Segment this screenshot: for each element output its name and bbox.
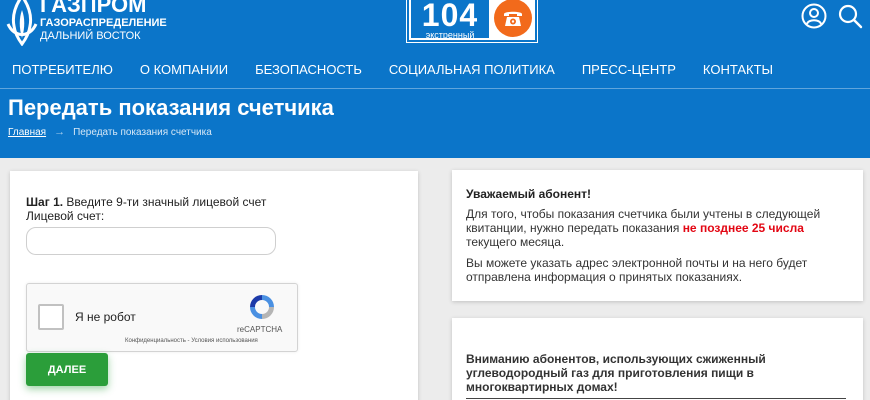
breadcrumb-current: Передать показания счетчика (73, 126, 212, 138)
lpg-notice-card: Вниманию абонентов, использующих сжиженн… (452, 318, 863, 400)
search-icon[interactable] (836, 2, 864, 30)
step-number: Шаг 1. (26, 195, 64, 209)
recaptcha-brand: reCAPTCHA (237, 325, 283, 334)
deadline-highlight: не позднее 25 числа (682, 221, 804, 235)
page-title-band: Передать показания счетчика Главная → Пе… (0, 88, 870, 158)
info-email-text: Вы можете указать адрес электронной почт… (466, 256, 808, 284)
step-text: Введите 9-ти значный лицевой счет (63, 195, 267, 209)
phone-icon (494, 0, 532, 37)
info-text-after: текущего месяца. (466, 235, 565, 249)
lpg-notice-title: Вниманию абонентов, использующих сжиженн… (466, 352, 766, 394)
meter-reading-form-card: Шаг 1. Введите 9-ти значный лицевой счет… (10, 171, 418, 400)
recaptcha-privacy-terms-links[interactable]: Конфиденциальность - Условия использован… (125, 338, 258, 344)
logo-brand-text: ГАЗПРОМ (40, 0, 147, 17)
step-instruction: Шаг 1. Введите 9-ти значный лицевой счет (26, 195, 266, 209)
nav-item-consumers[interactable]: ПОТРЕБИТЕЛЮ (12, 62, 113, 77)
gazprom-flame-logo-icon (6, 0, 38, 46)
recaptcha-logo-icon (250, 295, 274, 319)
breadcrumb-arrow-icon: → (54, 126, 66, 138)
page-title: Передать показания счетчика (8, 95, 334, 120)
company-logo[interactable]: ГАЗПРОМ ГАЗОРАСПРЕДЕЛЕНИЕ ДАЛЬНИЙ ВОСТОК (6, 0, 167, 46)
header: ГАЗПРОМ ГАЗОРАСПРЕДЕЛЕНИЕ ДАЛЬНИЙ ВОСТОК… (0, 0, 870, 88)
info-deadline-text: Для того, чтобы показания счетчика были … (466, 207, 856, 249)
main-navigation: ПОТРЕБИТЕЛЮ О КОМПАНИИ БЕЗОПАСНОСТЬ СОЦИ… (12, 62, 800, 77)
info-title: Уважаемый абонент! (466, 187, 592, 201)
nav-item-social-policy[interactable]: СОЦИАЛЬНАЯ ПОЛИТИКА (389, 62, 555, 77)
next-button[interactable]: ДАЛЕЕ (26, 353, 108, 386)
nav-item-safety[interactable]: БЕЗОПАСНОСТЬ (255, 62, 362, 77)
nav-item-about[interactable]: О КОМПАНИИ (140, 62, 228, 77)
account-number-input[interactable] (26, 227, 276, 255)
divider (466, 398, 846, 399)
hotline-number: 104 (421, 0, 479, 33)
account-field-label: Лицевой счет: (26, 209, 105, 223)
breadcrumb: Главная → Передать показания счетчика (8, 126, 212, 138)
breadcrumb-home-link[interactable]: Главная (8, 127, 46, 138)
logo-subtitle: ГАЗОРАСПРЕДЕЛЕНИЕ (40, 17, 167, 29)
nav-item-contacts[interactable]: КОНТАКТЫ (703, 62, 773, 77)
subscriber-info-card: Уважаемый абонент! Для того, чтобы показ… (452, 170, 863, 301)
recaptcha-widget: Я не робот reCAPTCHA Конфиденциальность … (26, 283, 298, 352)
user-icon[interactable] (800, 2, 828, 30)
recaptcha-checkbox[interactable] (38, 304, 64, 330)
recaptcha-label: Я не робот (75, 310, 136, 324)
logo-region: ДАЛЬНИЙ ВОСТОК (40, 30, 141, 42)
emergency-hotline-badge[interactable]: 104 экстренный (406, 0, 538, 43)
nav-item-press-center[interactable]: ПРЕСС-ЦЕНТР (582, 62, 676, 77)
